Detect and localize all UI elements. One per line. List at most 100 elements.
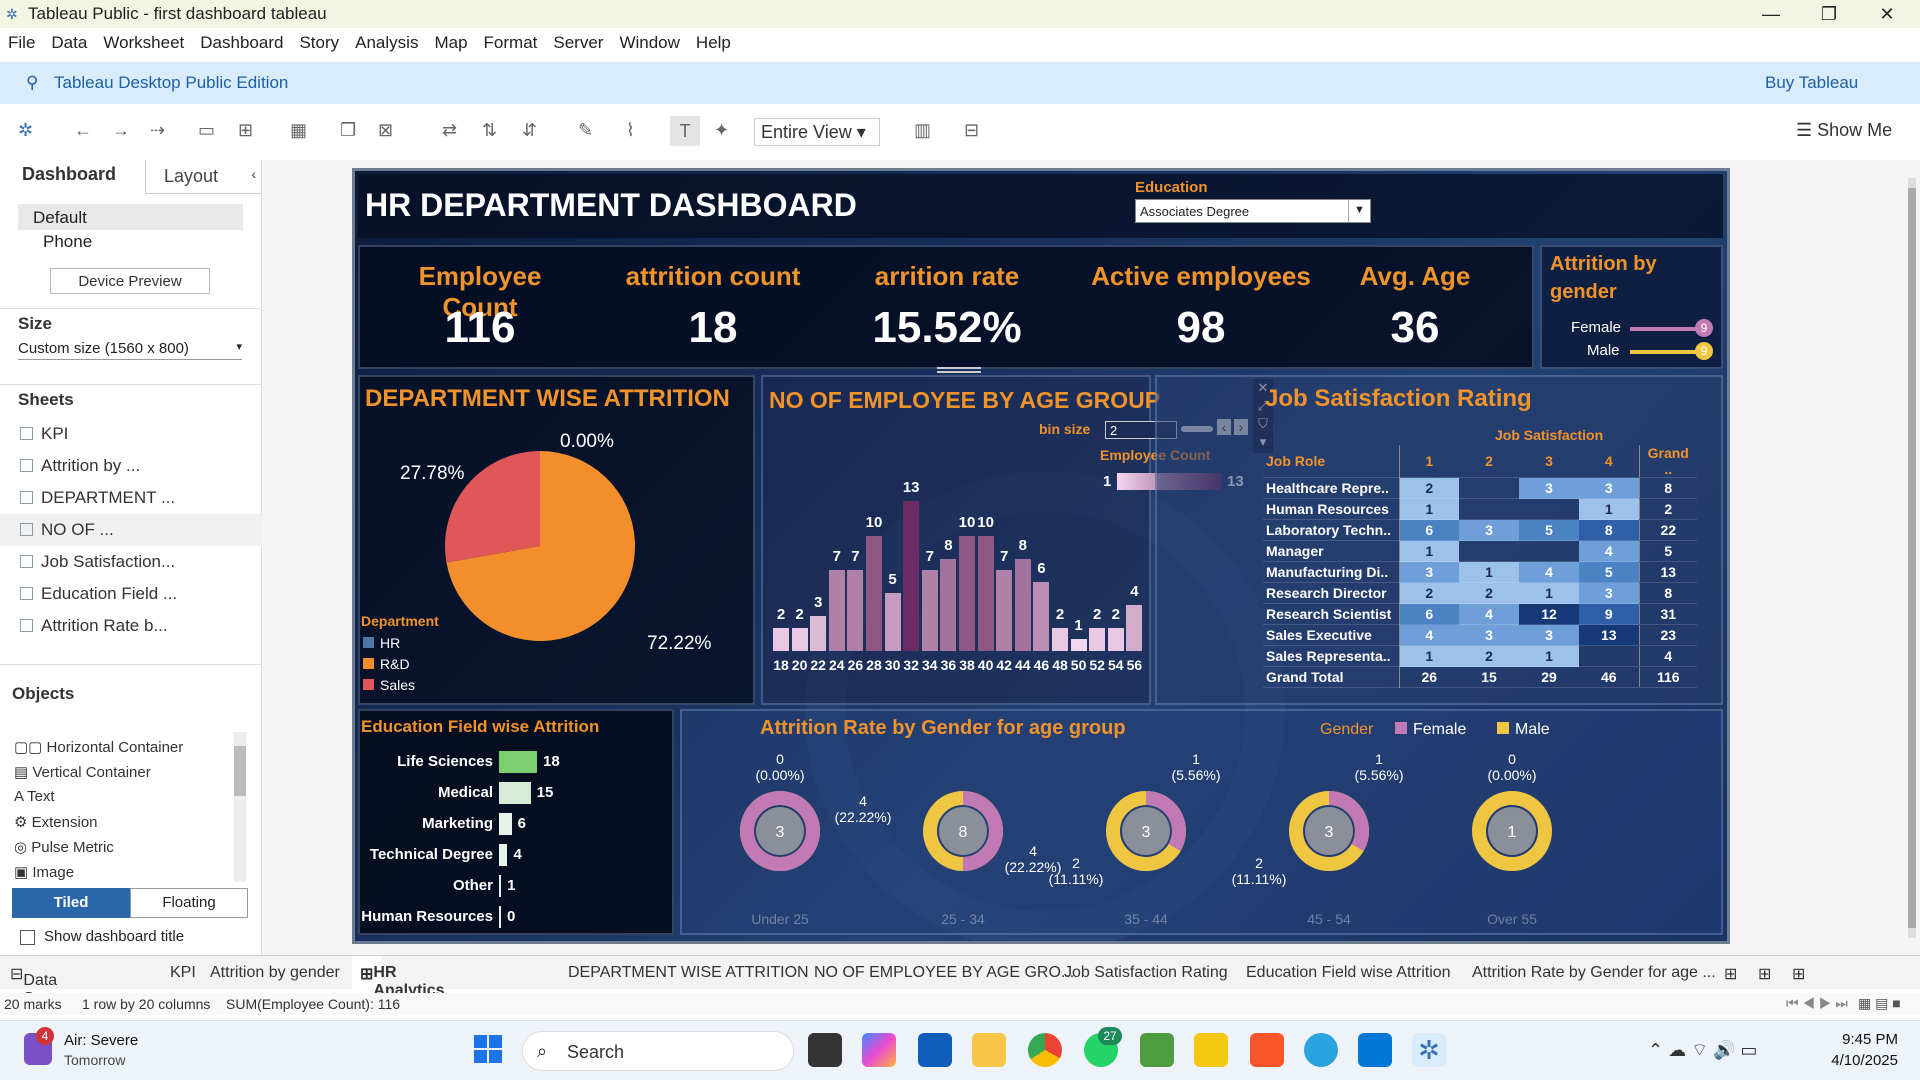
gender-donut[interactable]: 3 — [738, 789, 822, 873]
age-bar[interactable] — [977, 535, 994, 651]
education-bar[interactable] — [499, 751, 537, 773]
close-button[interactable]: ✕ — [1858, 0, 1916, 28]
replay-icon[interactable]: ⇢ — [150, 120, 165, 141]
restore-button[interactable]: ❐ — [1800, 0, 1858, 28]
table-row[interactable]: Human Resources 1 1 2 — [1263, 498, 1697, 520]
menu-map[interactable]: Map — [426, 28, 475, 53]
menu-data[interactable]: Data — [43, 28, 95, 53]
table-row[interactable]: Manufacturing Di.. 3 1 4 5 13 — [1263, 561, 1697, 583]
age-bar[interactable] — [1070, 639, 1087, 651]
tab-education-field[interactable]: Education Field wise Attrition — [1246, 964, 1451, 982]
menu-worksheet[interactable]: Worksheet — [95, 28, 192, 53]
buy-tableau-link[interactable]: Buy Tableau — [1765, 73, 1858, 93]
gender-donut[interactable]: 1 — [1470, 789, 1554, 873]
object-horizontal-container[interactable]: ▢▢ Horizontal Container — [14, 738, 183, 756]
object-vertical-container[interactable]: ▤ Vertical Container — [14, 763, 151, 781]
menu-story[interactable]: Story — [291, 28, 347, 53]
tray-icons[interactable]: ⌃ ☁ ⌔ 🔊 ▭ — [1648, 1039, 1757, 1062]
swap-icon[interactable]: ⇄ — [442, 120, 457, 141]
age-bar[interactable] — [828, 570, 845, 651]
brave-icon[interactable] — [1250, 1033, 1284, 1067]
age-bar[interactable] — [791, 627, 808, 651]
tab-no-of-employee[interactable]: NO OF EMPLOYEE BY AGE GRO... — [814, 964, 1074, 982]
clock-time[interactable]: 9:45 PM — [1828, 1031, 1898, 1048]
tab-attrition-rate-gender-age[interactable]: Attrition Rate by Gender for age ... — [1472, 964, 1716, 982]
sheet-nav-icons[interactable]: ⏮ ◀ ▶ ⏭ — [1786, 995, 1848, 1012]
labels-icon[interactable]: T — [670, 116, 700, 146]
tableau-icon[interactable]: ✲ — [18, 120, 33, 141]
tab-dashboard[interactable]: Dashboard — [22, 164, 116, 185]
menu-file[interactable]: File — [0, 28, 43, 53]
chrome-icon[interactable] — [1028, 1033, 1062, 1067]
duplicate-icon[interactable]: ❐ — [340, 120, 356, 141]
powerbi-icon[interactable] — [1194, 1033, 1228, 1067]
age-bar[interactable] — [1052, 627, 1068, 651]
telegram-icon[interactable] — [1304, 1033, 1338, 1067]
table-row[interactable]: Healthcare Repre.. 2 3 3 8 — [1263, 477, 1697, 499]
size-dropdown[interactable]: Custom size (1560 x 800) ▾ — [18, 340, 242, 360]
tab-kpi[interactable]: KPI — [170, 964, 196, 982]
education-filter-dropdown[interactable]: Associates Degree ▼ — [1135, 199, 1371, 223]
new-story-icon[interactable]: ⊞ — [1792, 964, 1805, 984]
education-bar[interactable] — [499, 906, 501, 928]
device-default[interactable]: Default — [18, 204, 243, 230]
age-bar[interactable] — [773, 627, 789, 651]
tiled-button[interactable]: Tiled — [12, 888, 130, 918]
objects-scrollbar[interactable] — [234, 732, 246, 882]
age-bar[interactable] — [959, 535, 975, 651]
tab-hr-analytics-dashboard[interactable]: ⊞ HR Analytics Dashboard — [352, 956, 457, 1017]
file-explorer-icon[interactable] — [972, 1033, 1006, 1067]
pin-axes-icon[interactable]: ✦ — [714, 120, 729, 141]
menu-server[interactable]: Server — [545, 28, 611, 53]
menu-help[interactable]: Help — [688, 28, 739, 53]
show-title-checkbox[interactable] — [20, 930, 35, 945]
menu-dashboard[interactable]: Dashboard — [192, 28, 291, 53]
copilot-icon[interactable] — [862, 1033, 896, 1067]
sheet-item[interactable]: Job Satisfaction... — [20, 552, 175, 572]
gender-donut[interactable]: 8 — [921, 789, 1005, 873]
tab-department-wise-attrition[interactable]: DEPARTMENT WISE ATTRITION — [568, 964, 809, 982]
fit-dropdown[interactable]: Entire View ▾ — [754, 118, 880, 146]
clear-icon[interactable]: ⊠ — [378, 120, 393, 141]
department-pie[interactable] — [440, 446, 640, 646]
sort-asc-icon[interactable]: ⇅ — [482, 120, 497, 141]
sheet-item[interactable]: DEPARTMENT ... — [20, 488, 175, 508]
object-image[interactable]: ▣ Image — [14, 863, 74, 881]
taskbar-search[interactable]: ⌕ Search — [522, 1031, 794, 1071]
tab-data-source[interactable]: ⊟ Data Source — [10, 964, 74, 1007]
gender-donut[interactable]: 3 — [1104, 789, 1188, 873]
object-text[interactable]: A Text — [14, 788, 55, 805]
age-bar[interactable] — [1126, 604, 1143, 651]
object-pulse-metric[interactable]: ◎ Pulse Metric — [14, 838, 114, 856]
group-icon[interactable]: ⌇ — [626, 120, 635, 141]
new-datasource-icon[interactable]: ⊞ — [238, 120, 253, 141]
age-bar[interactable] — [1089, 627, 1106, 651]
sheet-item[interactable]: Attrition Rate b... — [20, 616, 168, 636]
education-bar[interactable] — [499, 844, 508, 866]
drag-handle[interactable] — [937, 367, 981, 373]
collapse-icon[interactable]: ‹ — [251, 166, 256, 182]
new-worksheet-icon[interactable]: ⊞ — [1724, 964, 1737, 984]
windows-start-icon[interactable] — [474, 1035, 502, 1063]
menu-analysis[interactable]: Analysis — [347, 28, 426, 53]
table-row[interactable]: Sales Executive 4 3 3 13 23 — [1263, 624, 1697, 646]
store-icon[interactable] — [918, 1033, 952, 1067]
education-bar[interactable] — [499, 875, 502, 897]
age-bar[interactable] — [1107, 627, 1124, 651]
table-row[interactable]: Sales Representa.. 1 2 1 4 — [1263, 645, 1697, 667]
scrollbar-thumb[interactable] — [234, 746, 246, 796]
table-row[interactable]: Laboratory Techn.. 6 3 5 8 22 — [1263, 519, 1697, 541]
undo-icon[interactable]: ← — [74, 120, 92, 141]
save-icon[interactable]: ▭ — [198, 120, 215, 141]
age-bar[interactable] — [847, 570, 864, 651]
age-bar[interactable] — [1014, 558, 1031, 651]
education-bar[interactable] — [499, 782, 531, 804]
taskview-icon[interactable] — [808, 1033, 842, 1067]
tab-job-satisfaction[interactable]: Job Satisfaction Rating — [1064, 964, 1228, 982]
device-preview-button[interactable]: Device Preview — [50, 268, 210, 294]
scrollbar-thumb[interactable] — [1908, 188, 1916, 928]
weather-title[interactable]: Air: Severe — [64, 1032, 138, 1049]
device-icon[interactable]: ⊟ — [964, 120, 979, 141]
view-mode-icons[interactable]: ▦ ▤ ■ — [1858, 995, 1901, 1012]
object-extension[interactable]: ⚙ Extension — [14, 813, 98, 831]
